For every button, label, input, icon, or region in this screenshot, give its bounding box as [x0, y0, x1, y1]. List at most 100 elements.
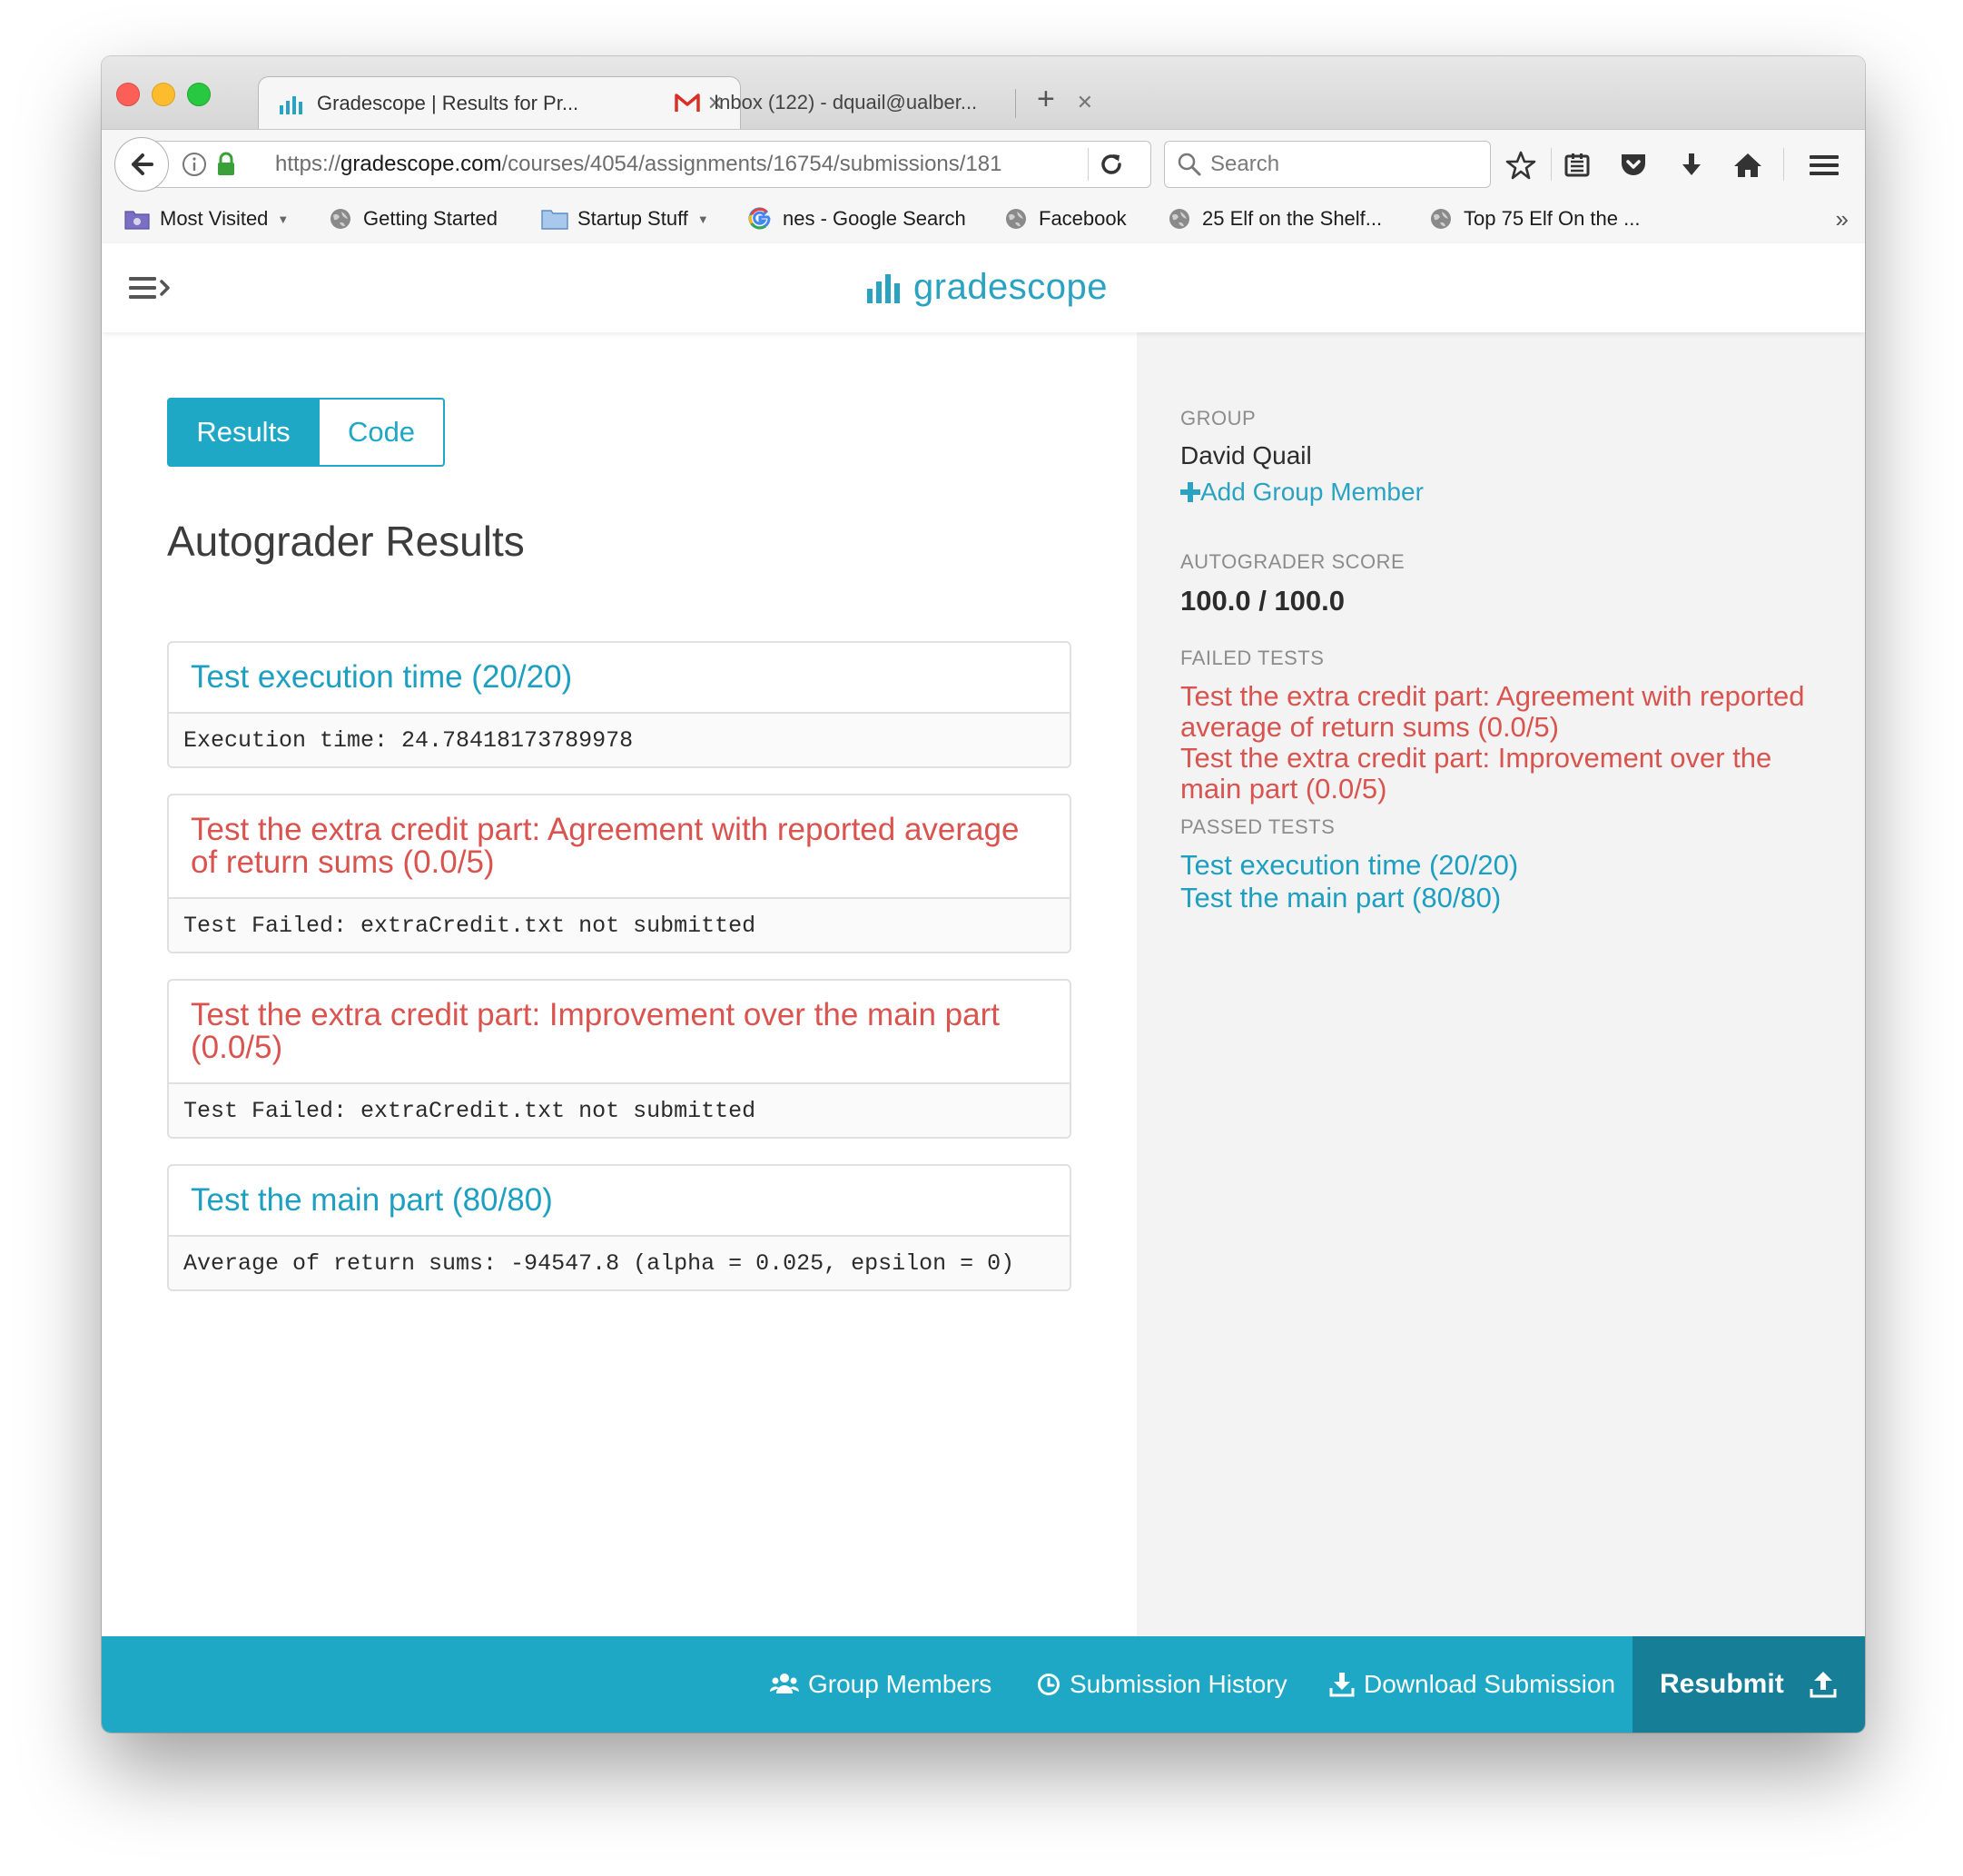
- test-title[interactable]: Test the main part (80/80): [169, 1166, 1070, 1237]
- toolbar-divider: [1783, 148, 1784, 181]
- failed-test-link[interactable]: Test the extra credit part: Agreement wi…: [1180, 681, 1834, 743]
- users-icon: [770, 1672, 799, 1697]
- passed-tests-label: PASSED TESTS: [1180, 815, 1336, 838]
- sidebar-toggle-icon[interactable]: [129, 274, 173, 306]
- pocket-icon[interactable]: [1618, 150, 1649, 181]
- site-header: gradescope: [102, 243, 1865, 332]
- globe-icon: [1166, 205, 1193, 232]
- back-arrow-icon: [132, 153, 153, 175]
- resubmit-label: Resubmit: [1660, 1669, 1784, 1699]
- submission-history-button[interactable]: Submission History: [1037, 1636, 1287, 1733]
- gradescope-bars-icon: [867, 273, 900, 303]
- action-footer: Group Members Submission History Downloa…: [102, 1636, 1865, 1733]
- test-output: Execution time: 24.78418173789978: [169, 714, 1070, 766]
- group-members-button[interactable]: Group Members: [770, 1636, 991, 1733]
- globe-icon: [327, 205, 354, 232]
- globe-icon: [1427, 205, 1455, 232]
- bookmark-label: 25 Elf on the Shelf...: [1202, 207, 1383, 230]
- tab-close-icon[interactable]: ✕: [1077, 91, 1093, 114]
- test-output: Test Failed: extraCredit.txt not submitt…: [169, 899, 1070, 952]
- view-toggle: Results Code: [167, 398, 445, 467]
- google-icon: [746, 205, 774, 232]
- bookmark-label: Top 75 Elf On the ...: [1464, 207, 1641, 230]
- bookmark-label: Startup Stuff: [577, 207, 688, 230]
- upload-icon: [1810, 1671, 1837, 1698]
- bookmark-startup-stuff[interactable]: Startup Stuff ▼: [541, 205, 709, 232]
- download-submission-button[interactable]: Download Submission: [1329, 1636, 1615, 1733]
- bookmark-label: nes - Google Search: [783, 207, 966, 230]
- failed-tests-label: FAILED TESTS: [1180, 647, 1325, 669]
- close-window-button[interactable]: [116, 83, 140, 106]
- bookmarks-bar: Most Visited ▼ Getting Started Startup S…: [102, 196, 1865, 244]
- folder-icon: [541, 205, 568, 232]
- submission-sidebar: GROUP David Quail Add Group Member AUTOG…: [1137, 332, 1865, 1636]
- globe-icon: [1002, 205, 1030, 232]
- menu-icon[interactable]: [1809, 150, 1840, 181]
- test-title[interactable]: Test the extra credit part: Agreement wi…: [169, 795, 1070, 899]
- bookmarks-overflow-button[interactable]: »: [1836, 205, 1849, 233]
- test-title[interactable]: Test execution time (20/20): [169, 643, 1070, 714]
- test-card: Test the extra credit part: Agreement wi…: [167, 794, 1071, 953]
- gradescope-logo[interactable]: gradescope: [866, 267, 1108, 308]
- test-output: Test Failed: extraCredit.txt not submitt…: [169, 1084, 1070, 1137]
- browser-window: Gradescope | Results for Pr... ✕ Inbox (…: [102, 56, 1865, 1733]
- gmail-icon: [674, 89, 701, 116]
- chevron-down-icon: ▼: [696, 212, 709, 226]
- resubmit-button[interactable]: Resubmit: [1633, 1636, 1865, 1733]
- search-input[interactable]: Search: [1164, 141, 1491, 188]
- bookmark-getting-started[interactable]: Getting Started: [327, 205, 498, 232]
- bookmark-star-icon[interactable]: [1505, 150, 1536, 181]
- bookmark-label: Most Visited: [160, 207, 269, 230]
- main-panel: Results Code Autograder Results Test exe…: [102, 332, 1137, 1636]
- failed-test-link[interactable]: Test the extra credit part: Improvement …: [1180, 743, 1834, 805]
- folder-purple-icon: [123, 205, 151, 232]
- add-member-label: Add Group Member: [1200, 478, 1424, 506]
- page-content: gradescope Results Code Autograder Resul…: [102, 243, 1865, 1733]
- page-title: Autograder Results: [167, 518, 525, 565]
- navigation-bar: https://gradescope.com/courses/4054/assi…: [102, 129, 1865, 197]
- url-bar[interactable]: https://gradescope.com/courses/4054/assi…: [154, 141, 1151, 188]
- autograder-score: 100.0 / 100.0: [1180, 585, 1345, 617]
- add-group-member-link[interactable]: Add Group Member: [1180, 478, 1424, 507]
- group-member-name: David Quail: [1180, 441, 1312, 469]
- search-icon: [1177, 152, 1202, 182]
- tab-strip: Gradescope | Results for Pr... ✕ Inbox (…: [102, 56, 1865, 129]
- bookmark-most-visited[interactable]: Most Visited ▼: [123, 205, 289, 232]
- bookmark-facebook[interactable]: Facebook: [1002, 205, 1127, 232]
- bookmark-top-75-elf[interactable]: Top 75 Elf On the ...: [1427, 205, 1640, 232]
- submission-history-label: Submission History: [1070, 1670, 1287, 1698]
- zoom-window-button[interactable]: [187, 83, 211, 106]
- bookmark-label: Getting Started: [363, 207, 498, 230]
- download-submission-label: Download Submission: [1364, 1670, 1616, 1698]
- passed-test-link[interactable]: Test the main part (80/80): [1180, 883, 1834, 913]
- minimize-window-button[interactable]: [152, 83, 175, 106]
- chevron-down-icon: ▼: [277, 212, 290, 226]
- passed-test-link[interactable]: Test execution time (20/20): [1180, 850, 1834, 881]
- clock-icon: [1037, 1673, 1060, 1696]
- plus-icon: [1180, 482, 1200, 502]
- autograder-score-label: AUTOGRADER SCORE: [1180, 550, 1406, 573]
- reading-list-icon[interactable]: [1562, 150, 1593, 181]
- code-tab-button[interactable]: Code: [320, 398, 445, 467]
- download-icon: [1329, 1672, 1355, 1697]
- test-card: Test the extra credit part: Improvement …: [167, 979, 1071, 1139]
- toolbar-divider: [1551, 148, 1552, 181]
- group-label: GROUP: [1180, 407, 1257, 430]
- tab-title: Gradescope | Results for Pr...: [317, 91, 579, 114]
- results-tab-button[interactable]: Results: [167, 398, 320, 467]
- test-title[interactable]: Test the extra credit part: Improvement …: [169, 981, 1070, 1084]
- url-path: /courses/4054/assignments/16754/submissi…: [501, 152, 1002, 176]
- bookmark-elf-shelf[interactable]: 25 Elf on the Shelf...: [1166, 205, 1382, 232]
- info-icon[interactable]: [182, 152, 207, 182]
- new-tab-button[interactable]: +: [1037, 84, 1055, 114]
- back-button[interactable]: [114, 137, 169, 192]
- url-divider: [1088, 148, 1089, 181]
- test-card: Test the main part (80/80) Average of re…: [167, 1164, 1071, 1291]
- bookmark-google-search[interactable]: nes - Google Search: [746, 205, 966, 232]
- reload-icon[interactable]: [1099, 152, 1124, 182]
- tab-separator: [1015, 89, 1016, 118]
- home-icon[interactable]: [1732, 150, 1763, 181]
- download-icon[interactable]: [1676, 150, 1707, 181]
- bookmark-label: Facebook: [1039, 207, 1127, 230]
- test-card: Test execution time (20/20) Execution ti…: [167, 641, 1071, 768]
